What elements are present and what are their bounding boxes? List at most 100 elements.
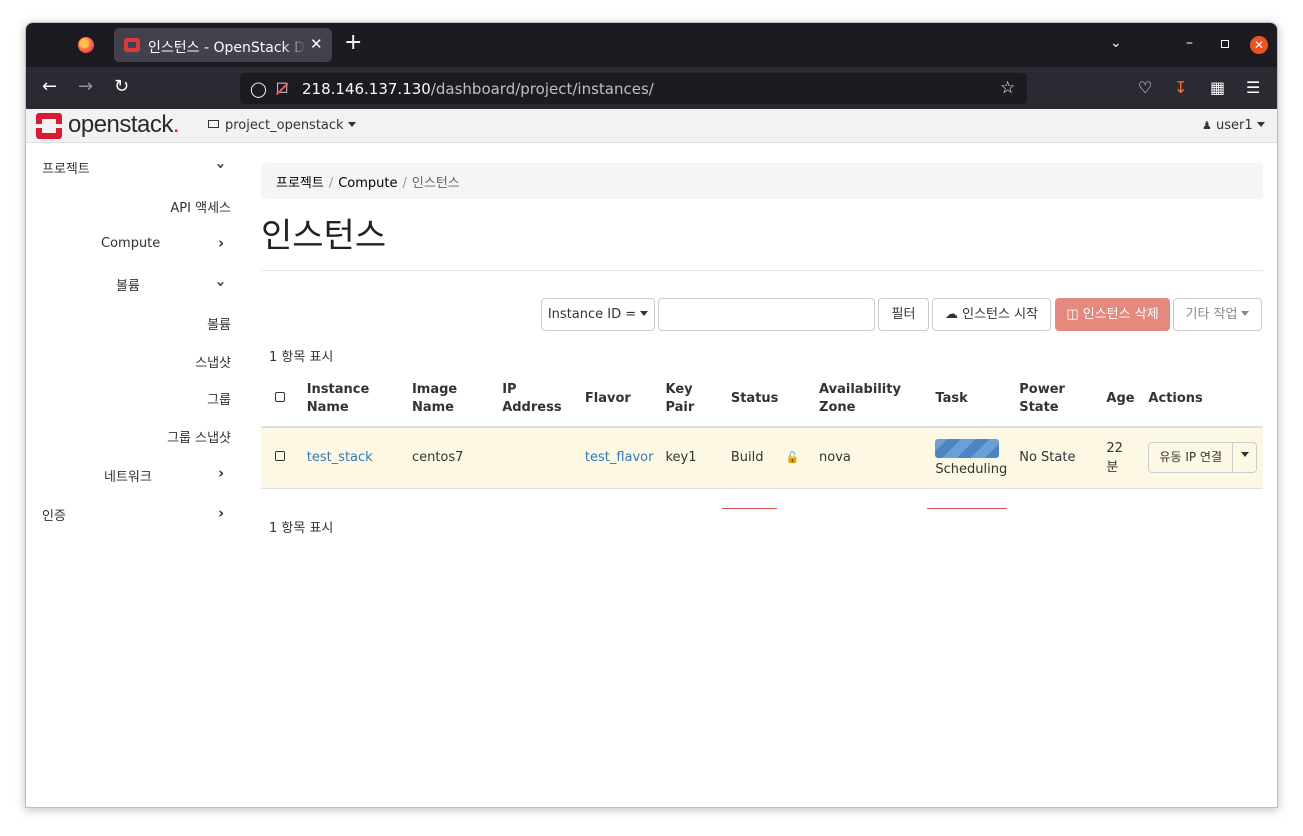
openstack-logo[interactable]: openstack. bbox=[68, 111, 180, 139]
sidebar-item-group-snapshots[interactable]: 그룹 스냅샷 bbox=[167, 427, 231, 446]
col-key-pair[interactable]: Key Pair bbox=[659, 372, 725, 428]
sidebar-item-project[interactable]: 프로젝트 bbox=[42, 158, 90, 177]
navigation-bar: ← → ↻ ◯ □ 218.146.137.130/dashboard/proj… bbox=[26, 67, 1277, 109]
sidebar-item-compute[interactable]: Compute bbox=[101, 236, 160, 251]
instance-name-cell: test_stack bbox=[300, 427, 406, 489]
chevron-right-icon[interactable]: › bbox=[218, 234, 224, 252]
pocket-icon[interactable]: ♡ bbox=[1138, 78, 1152, 97]
user-name: user1 bbox=[1216, 118, 1253, 133]
openstack-logo-icon[interactable] bbox=[36, 113, 62, 139]
row-checkbox[interactable] bbox=[275, 451, 285, 462]
chevron-down-icon[interactable]: › bbox=[212, 281, 230, 287]
launch-instance-label: 인스턴스 시작 bbox=[962, 307, 1039, 322]
project-name: project_openstack bbox=[225, 118, 344, 133]
minimize-icon[interactable]: – bbox=[1186, 35, 1193, 51]
sidebar-item-network[interactable]: 네트워크 bbox=[104, 466, 152, 485]
insecure-lock-icon[interactable]: □ bbox=[276, 80, 288, 95]
url-host: 218.146.137.130 bbox=[302, 80, 431, 98]
divider bbox=[261, 270, 1263, 271]
col-task[interactable]: Task bbox=[929, 372, 1014, 428]
filter-field-select[interactable]: Instance ID = bbox=[541, 298, 655, 331]
select-all-header[interactable] bbox=[261, 372, 301, 428]
col-flavor[interactable]: Flavor bbox=[578, 372, 660, 428]
filter-button[interactable]: 필터 bbox=[878, 298, 929, 331]
project-selector[interactable]: project_openstack bbox=[208, 118, 356, 133]
openstack-favicon-icon bbox=[124, 38, 140, 52]
actions-cell: 유동 IP 연결 bbox=[1142, 427, 1263, 489]
bookmark-star-icon[interactable]: ☆ bbox=[1000, 78, 1015, 98]
chevron-right-icon[interactable]: › bbox=[218, 464, 224, 482]
col-power-state[interactable]: Power State bbox=[1013, 372, 1101, 428]
col-availability-zone[interactable]: Availability Zone bbox=[813, 372, 930, 428]
breadcrumb-separator: / bbox=[328, 176, 334, 191]
unlock-icon: 🔓 bbox=[785, 451, 800, 465]
cloud-upload-icon: ☁ bbox=[944, 307, 958, 322]
col-instance-name[interactable]: Instance Name bbox=[300, 372, 406, 428]
browser-tab[interactable]: 인스턴스 - OpenStack Dashboard ✕ bbox=[114, 28, 332, 62]
sidebar-item-volumes[interactable]: 볼륨 bbox=[207, 314, 231, 333]
flavor-link[interactable]: test_flavor bbox=[585, 450, 654, 465]
status-underline bbox=[722, 508, 777, 509]
status-cell: Build 🔓 bbox=[724, 427, 814, 489]
new-tab-icon[interactable]: + bbox=[344, 32, 362, 54]
extensions-icon[interactable]: ▦ bbox=[1210, 78, 1225, 97]
filter-input[interactable] bbox=[658, 298, 875, 331]
page-title: 인스턴스 bbox=[261, 216, 387, 256]
col-image-name[interactable]: Image Name bbox=[405, 372, 497, 428]
row-select-cell[interactable] bbox=[261, 427, 301, 489]
row-action-group: 유동 IP 연결 bbox=[1148, 442, 1257, 474]
row-actions-dropdown[interactable] bbox=[1233, 443, 1256, 472]
ip-address-cell bbox=[496, 427, 579, 489]
caret-down-icon bbox=[347, 122, 356, 127]
col-status[interactable]: Status bbox=[724, 372, 814, 428]
reload-icon[interactable]: ↻ bbox=[114, 77, 129, 97]
tab-strip: 인스턴스 - OpenStack Dashboard ✕ + ⌄ – ✕ bbox=[26, 23, 1277, 67]
url-bar[interactable]: ◯ □ 218.146.137.130/dashboard/project/in… bbox=[240, 73, 1027, 104]
associate-floating-ip-button[interactable]: 유동 IP 연결 bbox=[1149, 443, 1233, 473]
user-icon: ♟ bbox=[1202, 119, 1212, 132]
sidebar-item-identity[interactable]: 인증 bbox=[42, 505, 66, 524]
instance-name-link[interactable]: test_stack bbox=[307, 450, 373, 465]
maximize-icon[interactable] bbox=[1221, 40, 1229, 48]
caret-down-icon bbox=[640, 311, 649, 316]
tab-title: 인스턴스 - OpenStack Dashboard bbox=[148, 40, 306, 56]
age-cell: 22 분 bbox=[1100, 427, 1143, 489]
delete-instances-button[interactable]: ◫ 인스턴스 삭제 bbox=[1055, 298, 1170, 331]
select-all-checkbox[interactable] bbox=[275, 392, 285, 402]
chevron-right-icon[interactable]: › bbox=[218, 504, 224, 522]
sidebar-item-api-access[interactable]: API 액세스 bbox=[170, 197, 231, 216]
availability-zone-cell: nova bbox=[813, 427, 930, 489]
more-actions-button[interactable]: 기타 작업 bbox=[1173, 298, 1262, 331]
item-count-bottom: 1 항목 표시 bbox=[269, 521, 334, 536]
trash-icon: ◫ bbox=[1066, 307, 1079, 322]
browser-window: 인스턴스 - OpenStack Dashboard ✕ + ⌄ – ✕ ← →… bbox=[25, 22, 1278, 808]
table-row: test_stack centos7 test_flavor key1 Buil… bbox=[261, 427, 1263, 489]
url-path: /dashboard/project/instances/ bbox=[430, 80, 654, 98]
tab-close-icon[interactable]: ✕ bbox=[310, 35, 323, 53]
firefox-icon bbox=[78, 37, 94, 53]
sidebar-item-groups[interactable]: 그룹 bbox=[207, 389, 231, 408]
download-icon[interactable]: ↧ bbox=[1174, 78, 1187, 97]
url-text[interactable]: 218.146.137.130/dashboard/project/instan… bbox=[302, 80, 654, 98]
chevron-down-icon[interactable]: ⌄ bbox=[1110, 35, 1122, 51]
window-close-icon[interactable]: ✕ bbox=[1250, 36, 1268, 54]
shield-icon[interactable]: ◯ bbox=[250, 80, 267, 98]
forward-arrow-icon[interactable]: → bbox=[78, 77, 93, 97]
breadcrumb-compute[interactable]: Compute bbox=[338, 176, 397, 191]
task-underline bbox=[927, 508, 1007, 509]
col-age[interactable]: Age bbox=[1100, 372, 1143, 428]
sidebar: 프로젝트 › API 액세스 Compute › 볼륨 › 볼륨 스냅샷 그룹 … bbox=[26, 144, 246, 807]
chevron-down-icon[interactable]: › bbox=[212, 163, 230, 169]
user-menu[interactable]: ♟ user1 bbox=[1202, 118, 1265, 133]
back-arrow-icon[interactable]: ← bbox=[42, 77, 57, 97]
launch-instance-button[interactable]: ☁ 인스턴스 시작 bbox=[932, 298, 1051, 331]
caret-down-icon bbox=[1240, 452, 1249, 458]
sidebar-item-snapshots[interactable]: 스냅샷 bbox=[195, 352, 231, 371]
breadcrumb-project[interactable]: 프로젝트 bbox=[276, 176, 324, 191]
col-ip-address[interactable]: IP Address bbox=[496, 372, 579, 428]
caret-down-icon bbox=[1256, 122, 1265, 127]
menu-icon[interactable]: ☰ bbox=[1246, 78, 1260, 97]
sidebar-item-volumes-group[interactable]: 볼륨 bbox=[116, 275, 140, 294]
task-cell: Scheduling bbox=[929, 427, 1014, 489]
breadcrumb-instances: 인스턴스 bbox=[411, 176, 460, 191]
